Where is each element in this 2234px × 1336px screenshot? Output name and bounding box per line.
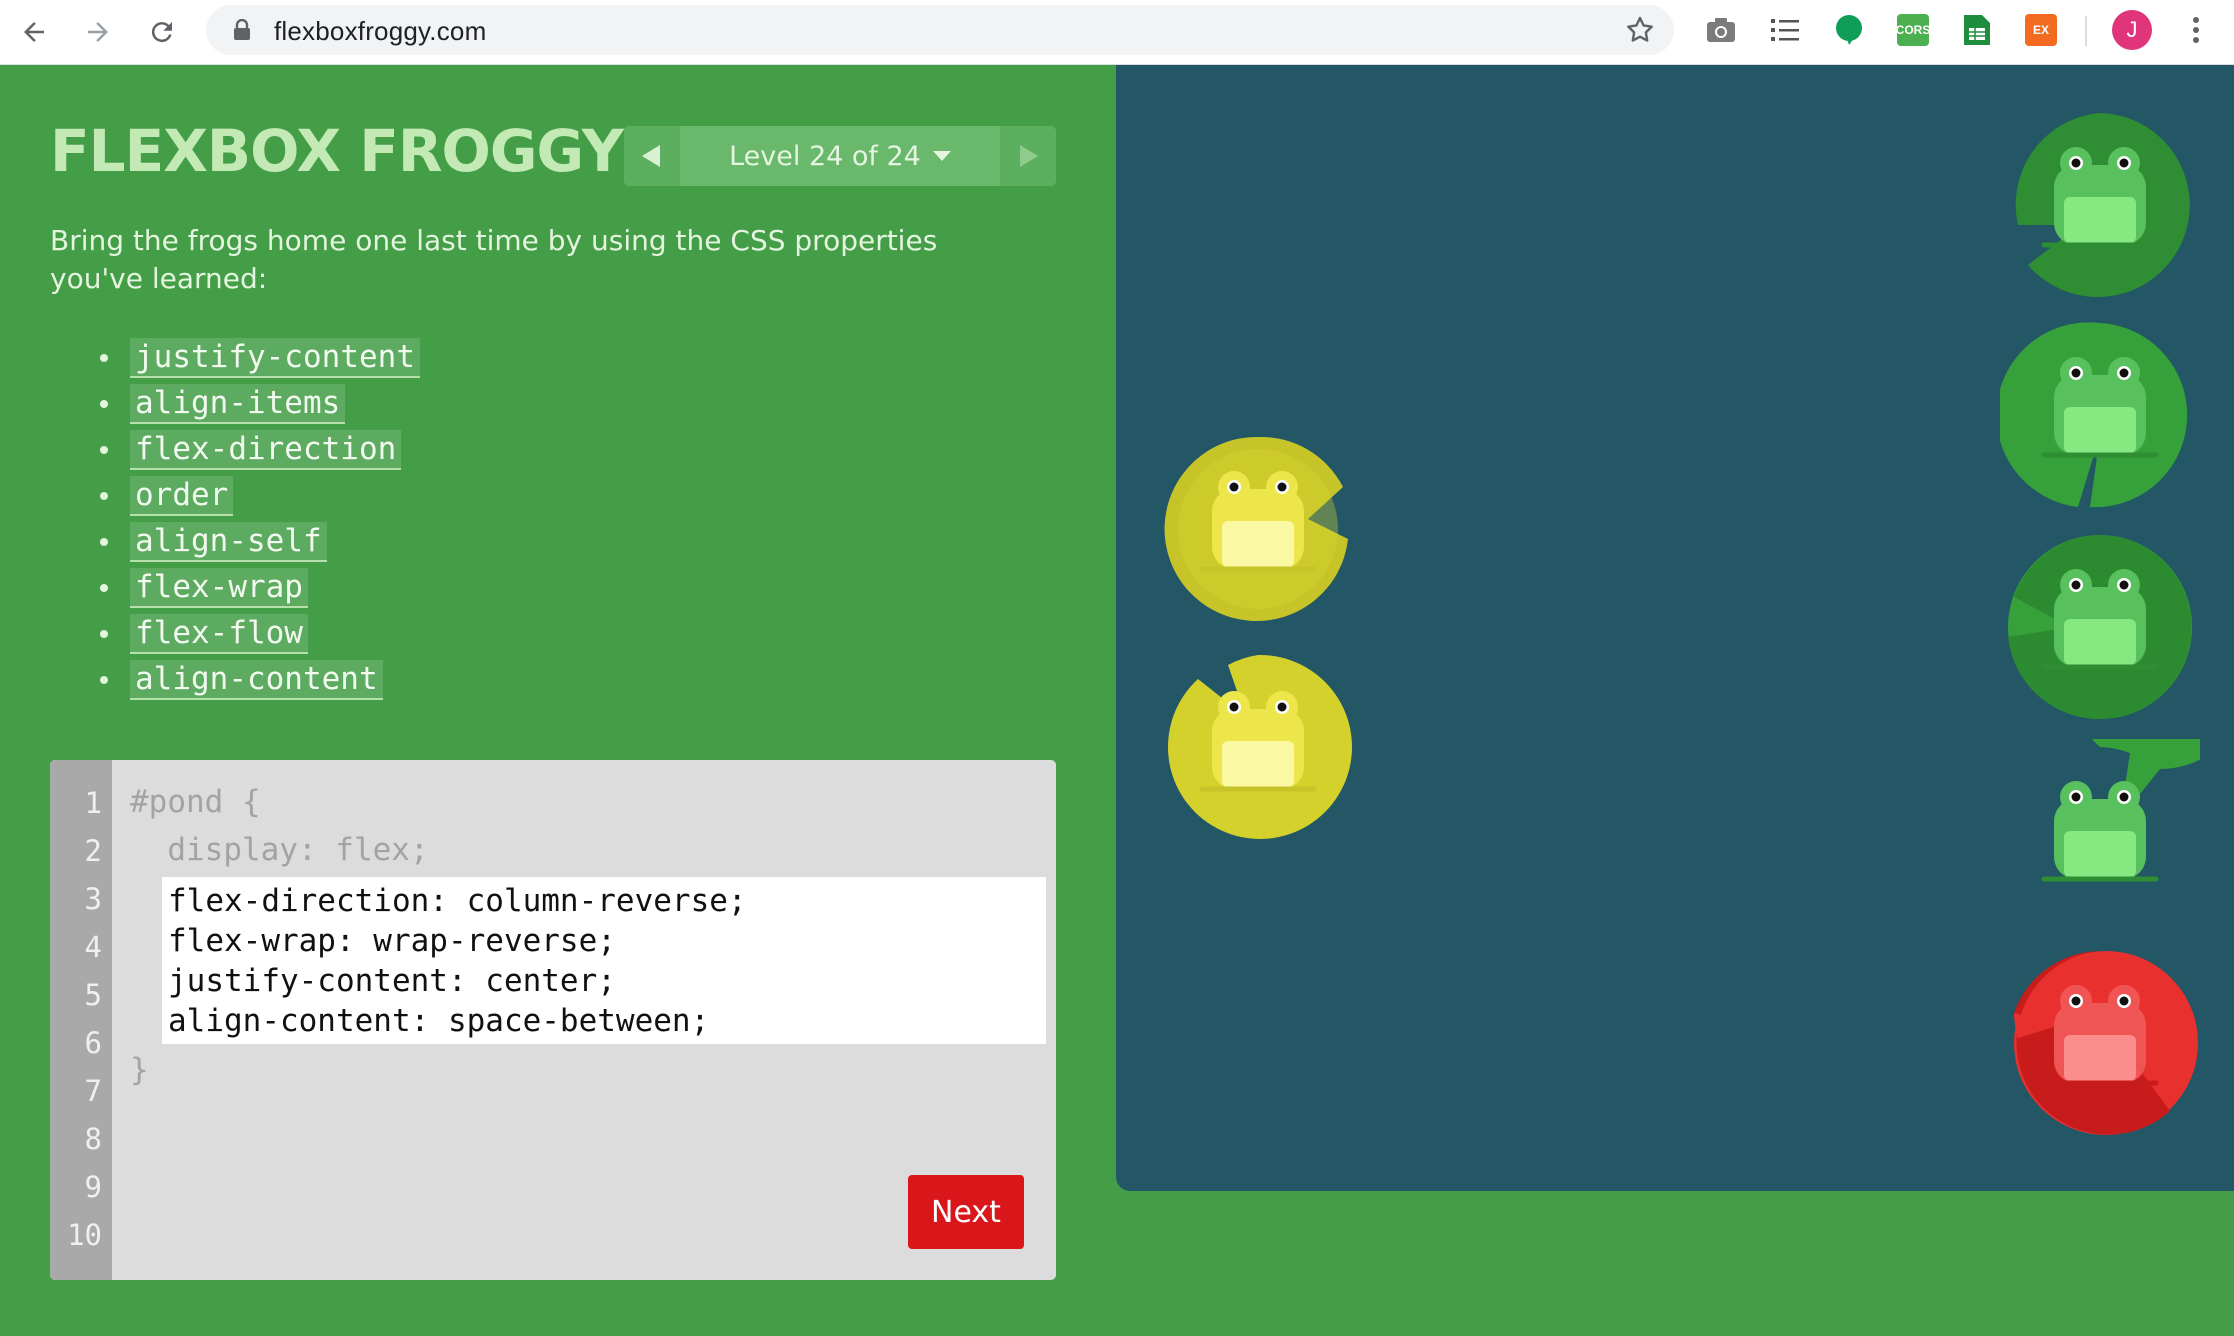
list-item: align-self	[90, 519, 420, 565]
forward-button[interactable]	[74, 8, 122, 56]
property-code[interactable]: flex-direction	[130, 430, 402, 470]
yellow-lilypad-frog	[1167, 654, 1352, 839]
back-arrow-icon	[24, 22, 44, 42]
next-level-button[interactable]	[1002, 126, 1056, 186]
css-input[interactable]: flex-direction: column-reverse; flex-wra…	[162, 877, 1046, 1044]
chat-bubble-icon[interactable]	[1831, 12, 1867, 48]
list-item: order	[90, 473, 420, 519]
line-number-gutter: 1 2 3 4 5 6 7 8 9 10	[50, 760, 112, 1280]
address-bar[interactable]: flexboxfroggy.com	[206, 5, 1674, 55]
property-code[interactable]: flex-flow	[130, 614, 308, 654]
profile-avatar[interactable]: J	[2112, 10, 2152, 50]
line-number: 8	[84, 1122, 102, 1156]
level-label: Level 24 of 24	[729, 140, 921, 172]
forward-arrow-icon	[88, 22, 108, 42]
line-number: 5	[84, 978, 102, 1012]
reload-icon	[151, 22, 172, 43]
property-code[interactable]: align-items	[130, 384, 346, 424]
red-lilypad-frog	[2014, 951, 2198, 1135]
code-line: #pond {	[130, 784, 261, 820]
property-code[interactable]: align-self	[130, 522, 327, 562]
green-lilypad-frog	[2015, 113, 2190, 297]
line-number: 3	[84, 882, 102, 916]
list-icon[interactable]	[1767, 12, 1803, 48]
green-lilypad-frog	[2041, 739, 2200, 882]
property-code[interactable]: justify-content	[130, 338, 420, 378]
input-line[interactable]: align-content: space-between;	[168, 1003, 709, 1039]
lock-icon	[234, 19, 250, 40]
property-code[interactable]: flex-wrap	[130, 568, 308, 608]
yellow-lilypad-frog	[1164, 436, 1348, 621]
list-item: align-items	[90, 381, 420, 427]
code-line: }	[130, 1052, 149, 1088]
frog-icon	[2041, 781, 2159, 882]
list-item: flex-wrap	[90, 565, 420, 611]
input-line[interactable]: justify-content: center;	[168, 963, 616, 999]
list-item: flex-direction	[90, 427, 420, 473]
browser-toolbar: flexboxfroggy.com CORS EX J	[0, 0, 2234, 65]
property-code[interactable]: order	[130, 476, 234, 516]
back-button[interactable]	[10, 8, 58, 56]
toolbar-divider	[2085, 16, 2087, 46]
property-list: justify-content align-items flex-directi…	[90, 335, 420, 703]
input-line[interactable]: flex-direction: column-reverse;	[168, 883, 747, 919]
property-code[interactable]: align-content	[130, 660, 383, 700]
app-logo: FLEXBOX FROGGY	[50, 117, 624, 185]
line-number: 1	[84, 786, 102, 820]
ex-extension[interactable]: EX	[2023, 12, 2059, 48]
camera-icon[interactable]	[1703, 12, 1739, 48]
instructions-text: Bring the frogs home one last time by us…	[50, 224, 938, 295]
more-menu-icon[interactable]	[2178, 12, 2214, 48]
caret-down-icon	[932, 151, 951, 161]
line-number: 9	[84, 1170, 102, 1204]
bookmark-star-icon[interactable]	[1624, 14, 1656, 46]
level-navigation: Level 24 of 24	[624, 126, 1056, 186]
line-number: 2	[84, 834, 102, 868]
input-line[interactable]: flex-wrap: wrap-reverse;	[168, 923, 616, 959]
code-line: display: flex;	[130, 832, 429, 868]
next-button[interactable]: Next	[908, 1175, 1024, 1249]
level-selector[interactable]: Level 24 of 24	[680, 126, 1000, 186]
triangle-left-icon	[642, 145, 660, 167]
line-number: 10	[67, 1218, 102, 1252]
triangle-right-icon	[1020, 145, 1038, 167]
list-item: align-content	[90, 657, 420, 703]
list-item: justify-content	[90, 335, 420, 381]
green-lilypad-frog	[2008, 535, 2192, 719]
line-number: 6	[84, 1026, 102, 1060]
sheet-extension-icon[interactable]	[1959, 12, 1995, 48]
list-item: flex-flow	[90, 611, 420, 657]
cors-extension[interactable]: CORS	[1895, 12, 1931, 48]
line-number: 4	[84, 930, 102, 964]
code-editor: 1 2 3 4 5 6 7 8 9 10 #pond { display: fl…	[50, 760, 1056, 1280]
previous-level-button[interactable]	[624, 126, 678, 186]
line-number: 7	[84, 1074, 102, 1108]
green-lilypad-frog	[2000, 322, 2188, 508]
reload-button[interactable]	[138, 8, 186, 56]
url-text: flexboxfroggy.com	[274, 16, 487, 46]
pond	[1116, 65, 2234, 1191]
